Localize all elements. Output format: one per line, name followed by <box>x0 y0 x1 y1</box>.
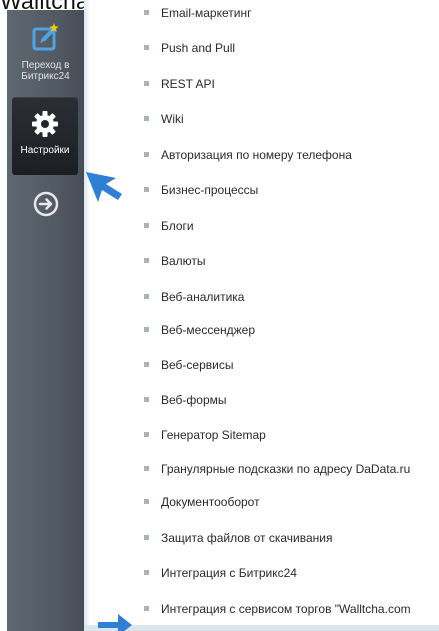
menu-item-label: Бизнес-процессы <box>161 183 259 197</box>
menu-item-bitrix24-integration[interactable]: Интеграция с Битрикс24 <box>144 563 297 583</box>
menu-item-download-protection[interactable]: Защита файлов от скачивания <box>144 528 333 548</box>
content-left-edge <box>84 0 90 631</box>
bullet-icon <box>144 10 149 16</box>
menu-item-label: Генератор Sitemap <box>161 428 266 442</box>
bullet-icon <box>144 327 149 333</box>
bullet-icon <box>144 187 149 193</box>
menu-item-web-analytics[interactable]: Веб-аналитика <box>144 287 244 307</box>
menu-item-label: Защита файлов от скачивания <box>161 531 333 545</box>
circle-arrow-right-icon <box>32 190 60 218</box>
bullet-icon <box>144 258 149 264</box>
menu-item-web-services[interactable]: Веб-сервисы <box>144 355 233 375</box>
menu-item-label: Гранулярные подсказки по адресу DaData.r… <box>161 462 411 476</box>
arrow-pointer-icon <box>86 172 122 202</box>
bullet-icon <box>144 152 149 158</box>
menu-item-phone-auth[interactable]: Авторизация по номеру телефона <box>144 145 352 165</box>
menu-item-label: Push and Pull <box>161 41 236 55</box>
menu-item-label: Веб-аналитика <box>161 290 245 304</box>
menu-item-currencies[interactable]: Валюты <box>144 251 206 271</box>
menu-item-label: Документооборот <box>161 495 260 509</box>
sidebar-item-settings[interactable]: Настройки <box>12 97 78 175</box>
menu-item-label: Wiki <box>161 112 184 126</box>
sidebar-item-bitrix24[interactable]: Переход в Битрикс24 <box>7 20 84 98</box>
menu-item-walltcha-integration[interactable]: Интеграция с сервисом торгов "Walltcha.c… <box>144 599 411 619</box>
bullet-icon <box>144 81 149 87</box>
gear-icon <box>30 109 60 139</box>
bullet-icon <box>144 466 149 472</box>
menu-item-email-marketing[interactable]: Email-маркетинг <box>144 3 251 23</box>
menu-item-blogs[interactable]: Блоги <box>144 216 194 236</box>
menu-item-label: Веб-сервисы <box>161 358 234 372</box>
bullet-icon <box>144 116 149 122</box>
menu-item-label: Веб-формы <box>161 393 227 407</box>
bullet-icon <box>144 432 149 438</box>
menu-item-label: Веб-мессенджер <box>161 323 256 337</box>
bitrix24-edit-icon <box>30 22 62 54</box>
menu-item-web-messenger[interactable]: Веб-мессенджер <box>144 320 255 340</box>
bullet-icon <box>144 45 149 51</box>
page: Walltcha.com Переход в Битрикс24 Настрой… <box>0 0 439 631</box>
menu-item-rest-api[interactable]: REST API <box>144 74 215 94</box>
sidebar-item-label: Переход в Битрикс24 <box>21 60 70 82</box>
bullet-icon <box>144 294 149 300</box>
menu-item-sitemap-generator[interactable]: Генератор Sitemap <box>144 425 266 445</box>
arrow-right-icon <box>98 614 132 631</box>
menu-item-label: Интеграция с Битрикс24 <box>161 566 297 580</box>
menu-item-label: Интеграция с сервисом торгов "Walltcha.c… <box>161 602 411 616</box>
bullet-icon <box>144 570 149 576</box>
bullet-icon <box>144 223 149 229</box>
bullet-icon <box>144 606 149 612</box>
sidebar-item-label: Настройки <box>20 145 70 156</box>
menu-item-dadata-hints[interactable]: Гранулярные подсказки по адресу DaData.r… <box>144 459 410 479</box>
left-sidebar: Переход в Битрикс24 Настройки <box>7 10 84 631</box>
menu-item-label: REST API <box>161 77 215 91</box>
bullet-icon <box>144 362 149 368</box>
menu-item-document-flow[interactable]: Документооборот <box>144 492 260 512</box>
menu-item-label: Email-маркетинг <box>161 6 252 20</box>
menu-item-label: Блоги <box>161 219 194 233</box>
menu-item-label: Авторизация по номеру телефона <box>161 148 352 162</box>
settings-menu-panel: Email-маркетинг Push and Pull REST API W… <box>84 0 439 631</box>
sidebar-item-expand[interactable] <box>7 188 84 228</box>
menu-item-push-and-pull[interactable]: Push and Pull <box>144 38 235 58</box>
bullet-icon <box>144 397 149 403</box>
menu-item-label: Валюты <box>161 254 206 268</box>
bullet-icon <box>144 535 149 541</box>
menu-item-wiki[interactable]: Wiki <box>144 109 184 129</box>
content-bottom-edge <box>84 625 439 631</box>
menu-item-web-forms[interactable]: Веб-формы <box>144 390 227 410</box>
menu-item-business-processes[interactable]: Бизнес-процессы <box>144 180 258 200</box>
bullet-icon <box>144 499 149 505</box>
